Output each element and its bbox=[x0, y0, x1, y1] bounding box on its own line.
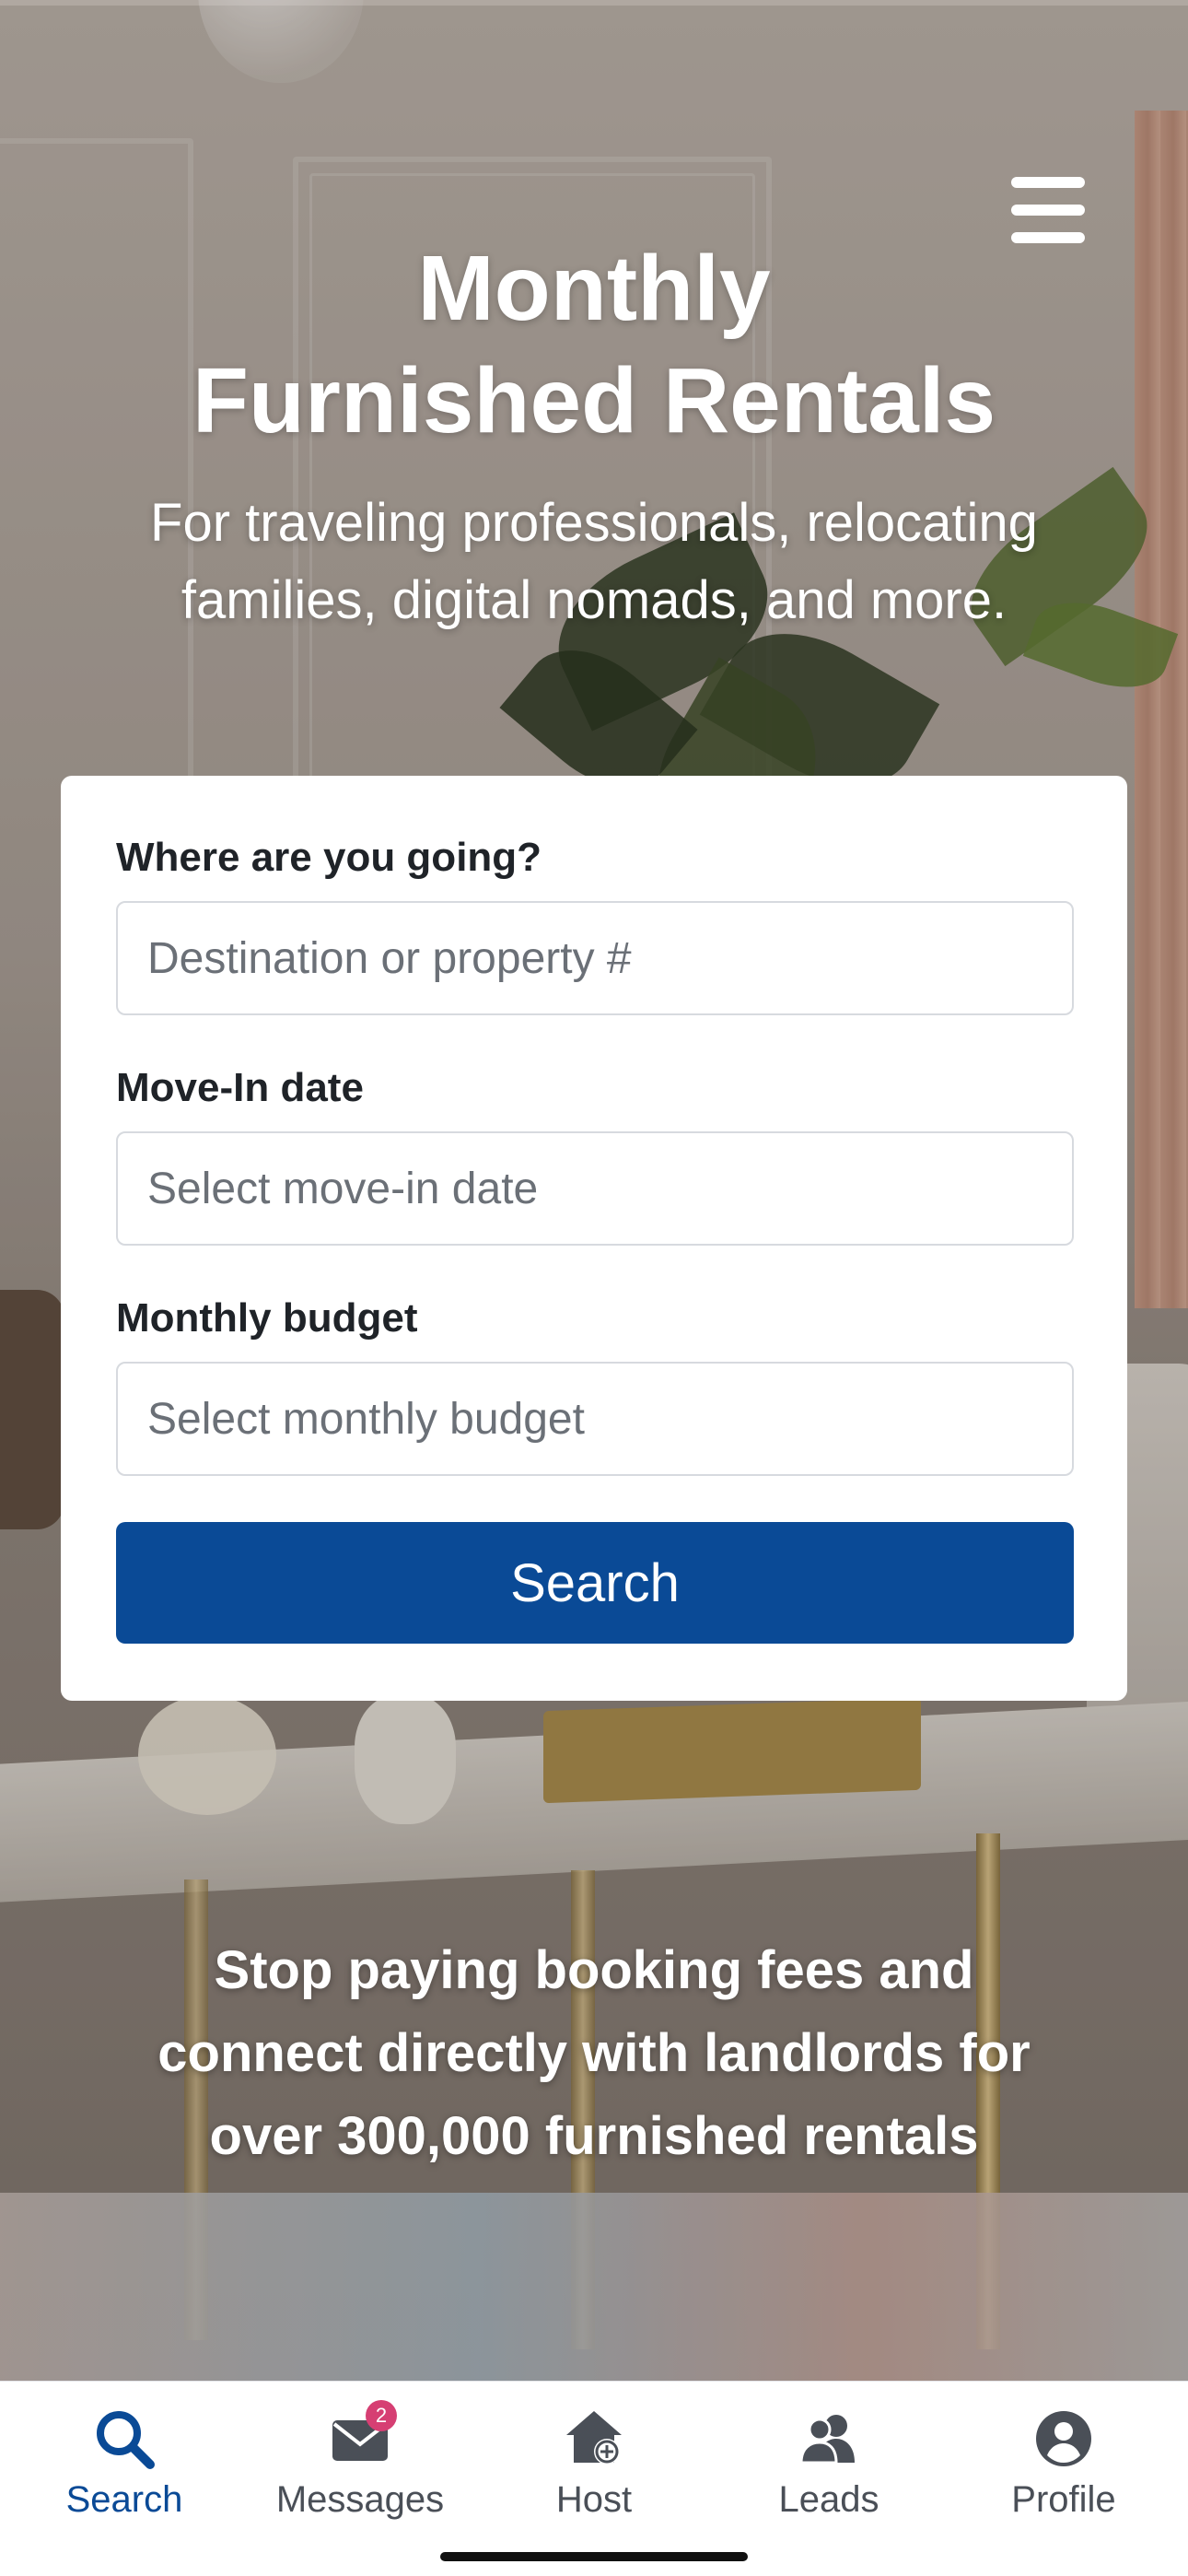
messages-badge: 2 bbox=[366, 2400, 397, 2431]
menu-bar bbox=[1011, 205, 1085, 216]
move-in-placeholder: Select move-in date bbox=[147, 1164, 539, 1213]
home-indicator[interactable] bbox=[440, 2552, 748, 2561]
promo-line: over 300,000 furnished rentals bbox=[209, 2106, 979, 2166]
hero-title-line: Monthly bbox=[417, 237, 771, 340]
destination-input[interactable]: Destination or property # bbox=[116, 901, 1074, 1015]
hero-subtitle: For traveling professionals, relocating … bbox=[74, 485, 1114, 639]
tab-search[interactable]: Search bbox=[18, 2406, 230, 2525]
hero-subtitle-line: For traveling professionals, relocating bbox=[150, 493, 1038, 553]
budget-input[interactable]: Select monthly budget bbox=[116, 1362, 1074, 1476]
destination-placeholder: Destination or property # bbox=[147, 933, 632, 983]
tab-label: Search bbox=[65, 2479, 183, 2520]
move-in-label: Move-In date bbox=[116, 1065, 364, 1110]
bottom-tab-bar: Search 2 Messages Host Leads Profile bbox=[0, 2381, 1188, 2576]
envelope-icon: 2 bbox=[327, 2400, 397, 2472]
promo-line: connect directly with landlords for bbox=[157, 2023, 1031, 2083]
tab-messages[interactable]: 2 Messages bbox=[254, 2400, 466, 2525]
destination-label: Where are you going? bbox=[116, 835, 542, 880]
search-button[interactable]: Search bbox=[116, 1522, 1074, 1644]
tab-host[interactable]: Host bbox=[488, 2406, 700, 2525]
search-icon bbox=[91, 2406, 157, 2472]
hero-title: Monthly Furnished Rentals bbox=[0, 232, 1188, 457]
menu-bar bbox=[1011, 177, 1085, 188]
promo-line: Stop paying booking fees and bbox=[214, 1940, 974, 2000]
tab-label: Leads bbox=[778, 2479, 879, 2520]
people-icon bbox=[796, 2406, 862, 2472]
budget-label: Monthly budget bbox=[116, 1295, 418, 1341]
tab-label: Host bbox=[555, 2479, 633, 2520]
tab-profile[interactable]: Profile bbox=[958, 2406, 1170, 2525]
home-add-icon bbox=[561, 2406, 627, 2472]
search-card: Where are you going? Destination or prop… bbox=[61, 776, 1127, 1701]
hero-subtitle-line: families, digital nomads, and more. bbox=[181, 570, 1007, 630]
tab-label: Profile bbox=[1011, 2479, 1116, 2520]
tab-label: Messages bbox=[275, 2479, 445, 2520]
budget-placeholder: Select monthly budget bbox=[147, 1394, 585, 1444]
user-circle-icon bbox=[1031, 2406, 1097, 2472]
promo-text: Stop paying booking fees and connect dir… bbox=[92, 1929, 1096, 2178]
tab-leads[interactable]: Leads bbox=[723, 2406, 935, 2525]
hero-title-line: Furnished Rentals bbox=[192, 349, 996, 452]
move-in-date-input[interactable]: Select move-in date bbox=[116, 1131, 1074, 1246]
